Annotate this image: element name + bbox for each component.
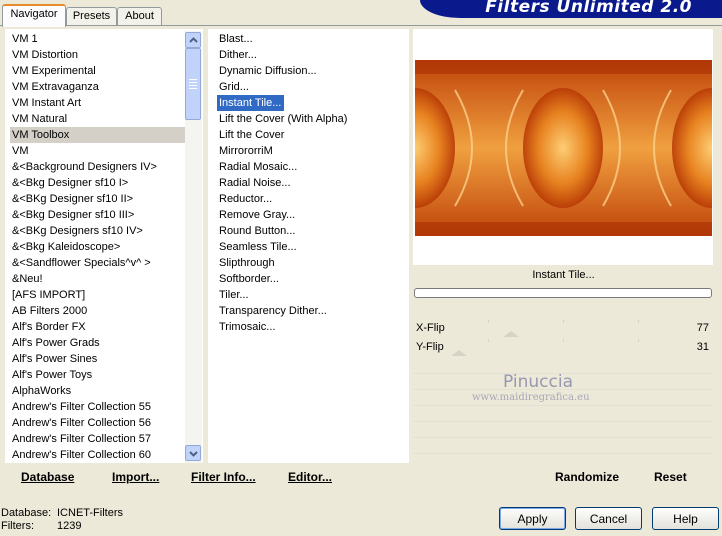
- filter-item[interactable]: Seamless Tile...: [217, 239, 407, 255]
- filter-list-panel: Blast... Dither... Dynamic Diffusion... Gri…: [208, 29, 409, 463]
- slider-label: Y-Flip: [416, 341, 444, 353]
- watermark-site: www.maidiregrafica.eu: [472, 392, 590, 403]
- category-item[interactable]: VM Toolbox: [10, 127, 188, 143]
- category-item[interactable]: &<Bkg Kaleidoscope>: [10, 239, 188, 255]
- category-scrollbar[interactable]: [185, 31, 202, 463]
- filters-count-label: Filters:: [1, 520, 34, 532]
- slider-value: 77: [696, 322, 709, 334]
- category-list-panel: VM 1 VM Distortion VM Experimental VM Extra…: [5, 29, 203, 463]
- slider-y-flip[interactable]: Y-Flip 31: [413, 339, 713, 356]
- filter-item[interactable]: Radial Mosaic...: [217, 159, 407, 175]
- filter-item[interactable]: MirrororriM: [217, 143, 407, 159]
- filter-item[interactable]: Dynamic Diffusion...: [217, 63, 407, 79]
- empty-slider-row: [413, 406, 713, 422]
- category-item[interactable]: VM: [10, 143, 188, 159]
- filter-item[interactable]: Remove Gray...: [217, 207, 407, 223]
- category-item[interactable]: &<BKg Designer sf10 II>: [10, 191, 188, 207]
- filter-item[interactable]: Blast...: [217, 31, 407, 47]
- chevron-up-icon: [189, 37, 198, 43]
- chevron-down-icon: [189, 451, 198, 457]
- filter-item[interactable]: Grid...: [217, 79, 407, 95]
- scroll-thumb[interactable]: [185, 48, 201, 120]
- filter-item[interactable]: Round Button...: [217, 223, 407, 239]
- editor-button[interactable]: Editor...: [288, 470, 332, 484]
- filter-item[interactable]: Transparency Dither...: [217, 303, 407, 319]
- filters-count-value: 1239: [57, 520, 82, 532]
- scroll-up-button[interactable]: [185, 32, 201, 48]
- category-item[interactable]: AlphaWorks: [10, 383, 188, 399]
- right-button-bar: Randomize Reset: [413, 466, 713, 488]
- category-item[interactable]: VM Natural: [10, 111, 188, 127]
- filter-info-button[interactable]: Filter Info...: [191, 470, 256, 484]
- category-item[interactable]: VM Extravaganza: [10, 79, 188, 95]
- database-button[interactable]: Database: [21, 470, 74, 484]
- slider-value: 31: [696, 341, 709, 353]
- filter-item[interactable]: Tiler...: [217, 287, 407, 303]
- filter-item[interactable]: Radial Noise...: [217, 175, 407, 191]
- category-item[interactable]: &<Bkg Designer sf10 III>: [10, 207, 188, 223]
- empty-slider-row: [413, 422, 713, 438]
- filter-item[interactable]: Slipthrough: [217, 255, 407, 271]
- filter-list[interactable]: Blast... Dither... Dynamic Diffusion... Gri…: [217, 31, 407, 335]
- app-title: Filters Unlimited 2.0: [485, 0, 692, 17]
- filter-item[interactable]: Lift the Cover: [217, 127, 407, 143]
- reset-button[interactable]: Reset: [654, 470, 687, 484]
- category-item[interactable]: VM Instant Art: [10, 95, 188, 111]
- category-item[interactable]: VM 1: [10, 31, 188, 47]
- category-item[interactable]: &Neu!: [10, 271, 188, 287]
- tab-divider: [0, 25, 722, 26]
- empty-slider-row: [413, 438, 713, 454]
- progress-bar: [414, 288, 712, 298]
- category-item[interactable]: &<Background Designers IV>: [10, 159, 188, 175]
- tab-about[interactable]: About: [117, 7, 162, 25]
- filter-item[interactable]: Reductor...: [217, 191, 407, 207]
- category-item[interactable]: &<Sandflower Specials^v^ >: [10, 255, 188, 271]
- category-item[interactable]: VM Experimental: [10, 63, 188, 79]
- category-item[interactable]: Andrew's Filter Collection 56: [10, 415, 188, 431]
- category-item[interactable]: Andrew's Filter Collection 57: [10, 431, 188, 447]
- category-item[interactable]: Alf's Border FX: [10, 319, 188, 335]
- preview-filter-name: Instant Tile...: [532, 269, 595, 281]
- import-button[interactable]: Import...: [112, 470, 159, 484]
- filter-item[interactable]: Lift the Cover (With Alpha): [217, 111, 407, 127]
- category-item[interactable]: VM Distortion: [10, 47, 188, 63]
- category-item[interactable]: &<Bkg Designer sf10 I>: [10, 175, 188, 191]
- category-item[interactable]: Alf's Power Grads: [10, 335, 188, 351]
- scroll-down-button[interactable]: [185, 445, 201, 461]
- help-button[interactable]: Help: [652, 507, 719, 530]
- category-item[interactable]: Andrew's Filter Collection 60: [10, 447, 188, 463]
- category-item[interactable]: AB Filters 2000: [10, 303, 188, 319]
- watermark-name: Pinuccia: [503, 372, 573, 392]
- cancel-button[interactable]: Cancel: [575, 507, 642, 530]
- category-item[interactable]: [AFS IMPORT]: [10, 287, 188, 303]
- category-item[interactable]: Alf's Power Sines: [10, 351, 188, 367]
- slider-thumb[interactable]: [503, 331, 519, 337]
- category-item[interactable]: &<BKg Designers sf10 IV>: [10, 223, 188, 239]
- slider-label: X-Flip: [416, 322, 445, 334]
- slider-x-flip[interactable]: X-Flip 77: [413, 320, 713, 337]
- tab-presets[interactable]: Presets: [66, 7, 117, 25]
- category-item[interactable]: Alf's Power Toys: [10, 367, 188, 383]
- filter-item[interactable]: Dither...: [217, 47, 407, 63]
- left-button-bar: Database Import... Filter Info... Editor…: [5, 466, 409, 488]
- tab-navigator[interactable]: Navigator: [2, 4, 66, 27]
- randomize-button[interactable]: Randomize: [555, 470, 619, 484]
- filter-item[interactable]: Instant Tile...: [217, 95, 285, 111]
- filter-preview-image: [415, 60, 712, 236]
- database-status-value: ICNET-Filters: [57, 507, 123, 519]
- filter-item[interactable]: Trimosaic...: [217, 319, 407, 335]
- apply-button[interactable]: Apply: [499, 507, 566, 530]
- app-title-banner: Filters Unlimited 2.0: [420, 0, 722, 18]
- slider-thumb[interactable]: [450, 350, 467, 356]
- category-item[interactable]: Andrew's Filter Collection 55: [10, 399, 188, 415]
- database-status-label: Database:: [1, 507, 52, 519]
- filter-item[interactable]: Softborder...: [217, 271, 407, 287]
- category-list[interactable]: VM 1 VM Distortion VM Experimental VM Extra…: [10, 31, 188, 463]
